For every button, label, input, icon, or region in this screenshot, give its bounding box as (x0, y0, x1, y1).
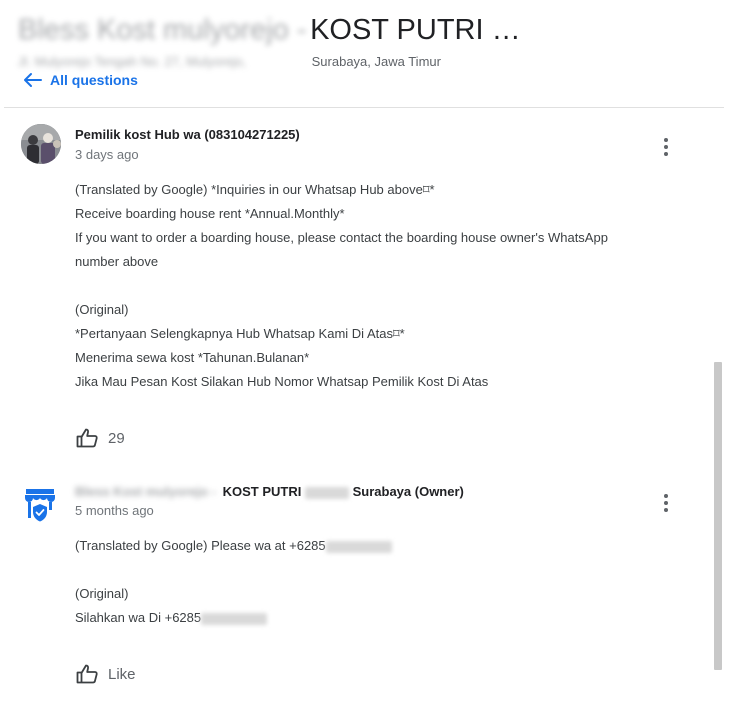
thumb-up-icon (76, 664, 98, 684)
post-author[interactable]: Pemilik kost Hub wa (083104271225) (75, 127, 300, 142)
post-line: (Original) (75, 302, 129, 317)
all-questions-link[interactable]: All questions (22, 72, 138, 88)
place-address-text: Surabaya, Jawa Timur (311, 54, 441, 69)
owner-author[interactable]: Bless Kost mulyorejo - KOST PUTRI Suraba… (75, 484, 464, 499)
thumb-up-icon (76, 428, 98, 448)
scrollbar-thumb[interactable] (714, 362, 722, 670)
like-button[interactable]: 29 (76, 428, 125, 448)
like-label: Like (108, 665, 136, 683)
all-questions-label: All questions (50, 72, 138, 88)
header-divider (4, 107, 724, 108)
owner-name-blurred: Bless Kost mulyorejo - (75, 484, 216, 499)
arrow-left-icon (24, 73, 42, 87)
owner-body: (Translated by Google) Please wa at +628… (75, 534, 635, 630)
post-line: number above (75, 254, 159, 269)
phone-redacted (201, 612, 268, 625)
more-options-button[interactable] (656, 135, 676, 159)
owner-name-redacted (304, 486, 349, 499)
post-time: 3 days ago (75, 147, 139, 162)
avatar[interactable] (21, 124, 61, 164)
post-line (75, 274, 635, 298)
owner-name-end: Surabaya (Owner) (352, 484, 464, 499)
place-title-text: KOST PUTRI … (310, 14, 521, 46)
like-count: 29 (108, 429, 125, 447)
post-line: Receive boarding house rent *Annual.Mont… (75, 206, 345, 221)
post-line: If you want to order a boarding house, p… (75, 230, 608, 245)
place-title-blurred: Bless Kost mulyorejo - (18, 14, 307, 46)
post-line-text: Silahkan wa Di +6285 (75, 610, 202, 625)
more-vert-icon (664, 494, 668, 498)
place-address-blurred: Jl. Mulyorejo Tengah No. 27, Mulyorejo, (18, 54, 247, 69)
avatar-image (21, 124, 61, 164)
post-body: (Translated by Google) *Inquiries in our… (75, 178, 635, 394)
phone-redacted (325, 540, 392, 553)
more-options-button[interactable] (656, 491, 676, 515)
more-vert-icon (664, 138, 668, 142)
post-line: Menerima sewa kost *Tahunan.Bulanan* (75, 350, 310, 365)
post-line: (Translated by Google) *Inquiries in our… (75, 182, 435, 197)
post-line: Silahkan wa Di +6285 (75, 606, 635, 630)
place-address: Jl. Mulyorejo Tengah No. 27, Mulyorejo, … (18, 54, 441, 69)
post-line: Jika Mau Pesan Kost Silakan Hub Nomor Wh… (75, 374, 489, 389)
post-line: (Translated by Google) Please wa at +628… (75, 534, 635, 558)
post-line: (Original) (75, 586, 129, 601)
post-line-text: (Translated by Google) Please wa at +628… (75, 538, 326, 553)
like-button[interactable]: Like (76, 664, 136, 684)
owner-name-mid: KOST PUTRI (222, 484, 302, 499)
post-time: 5 months ago (75, 503, 154, 518)
post-line: *Pertanyaan Selengkapnya Hub Whatsap Kam… (75, 326, 405, 341)
store-verified-icon (25, 489, 55, 522)
post-line (75, 558, 635, 582)
place-title: Bless Kost mulyorejo - KOST PUTRI … (18, 14, 521, 47)
